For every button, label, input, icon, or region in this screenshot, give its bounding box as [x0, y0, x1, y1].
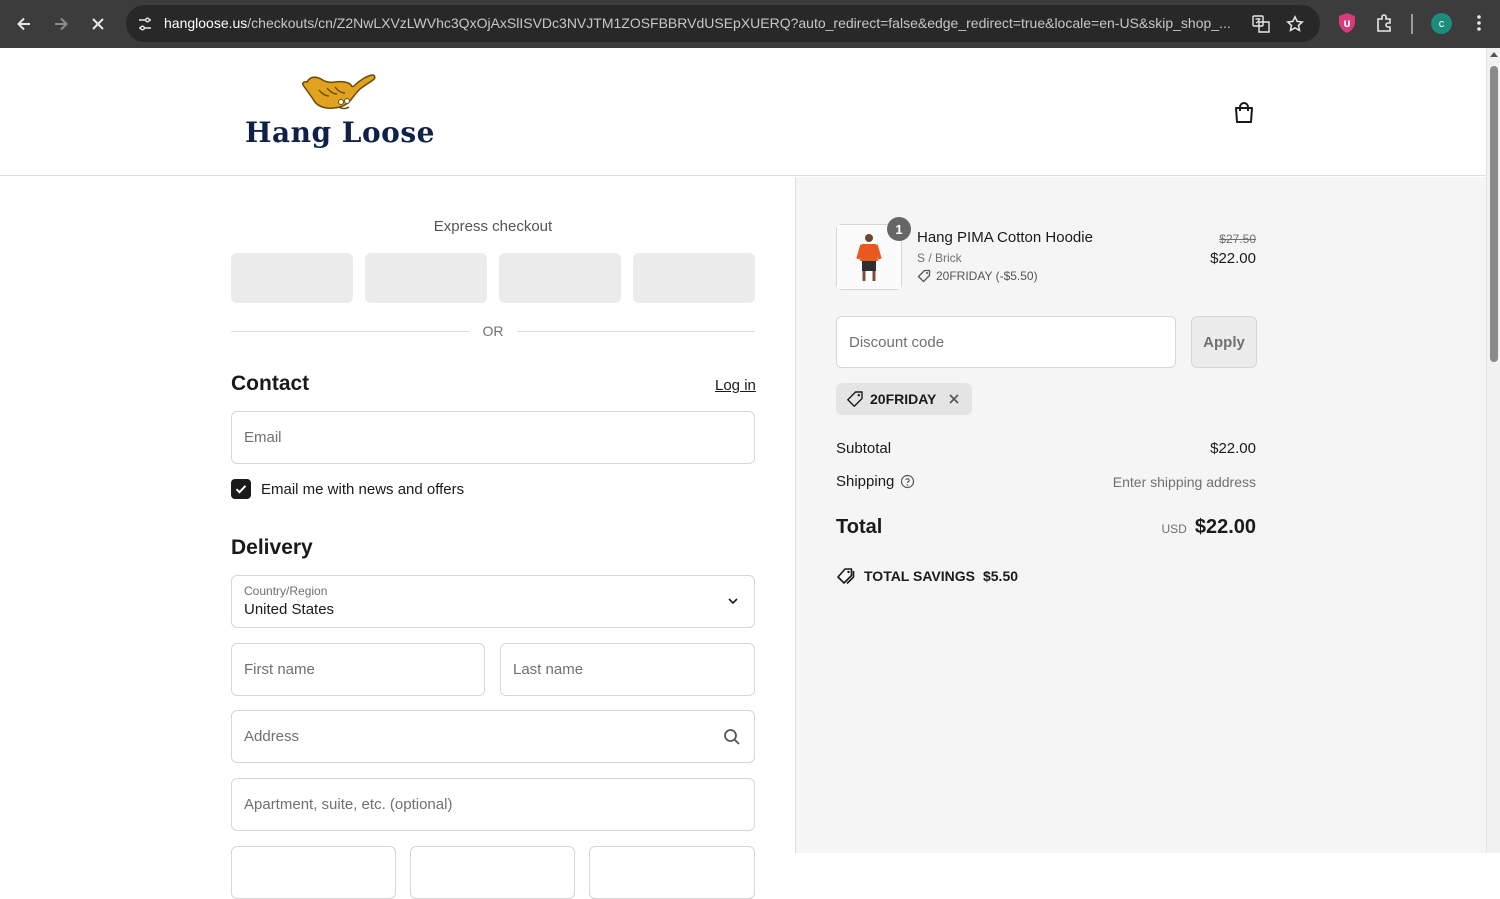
express-pay-button-3[interactable]: [499, 253, 621, 303]
back-button[interactable]: [12, 12, 36, 36]
applied-code-label: 20FRIDAY: [870, 391, 937, 407]
express-checkout-title: Express checkout: [433, 218, 553, 235]
country-select-label: Country/Region: [244, 584, 328, 598]
tag-icon: [917, 269, 931, 283]
shop-logo[interactable]: Hang Loose: [245, 72, 445, 156]
total-savings-label: TOTAL SAVINGS: [864, 568, 975, 584]
browser-toolbar: hangloose.us/checkouts/cn/Z2NwLXVzLWVhc3…: [0, 0, 1500, 48]
total-savings: TOTAL SAVINGS $5.50: [836, 566, 1018, 586]
delivery-heading: Delivery: [231, 536, 313, 559]
forward-button[interactable]: [49, 12, 73, 36]
product-variant: S / Brick: [917, 251, 962, 265]
search-icon[interactable]: [722, 727, 742, 747]
shipping-row-label: Shipping: [836, 473, 915, 490]
forward-arrow-icon: [55, 17, 68, 31]
product-discount-text: 20FRIDAY (-$5.50): [936, 269, 1038, 283]
total-savings-value: $5.50: [982, 568, 1019, 584]
total-value: $22.00: [1194, 516, 1256, 538]
newsletter-checkbox-row[interactable]: Email me with news and offers: [231, 479, 464, 499]
shipping-value: Enter shipping address: [1112, 474, 1256, 490]
close-icon: [92, 18, 104, 30]
address-bar[interactable]: hangloose.us/checkouts/cn/Z2NwLXVzLWVhc3…: [126, 5, 1320, 42]
newsletter-checkbox[interactable]: [231, 479, 251, 499]
total-currency: USD: [1161, 522, 1187, 536]
applied-code-chip: 20FRIDAY: [836, 383, 973, 415]
city-field[interactable]: [231, 846, 396, 899]
divider-line-right: [517, 331, 755, 332]
product-name: Hang PIMA Cotton Hoodie: [917, 229, 1093, 246]
express-pay-button-2[interactable]: [365, 253, 487, 303]
login-link[interactable]: Log in: [715, 377, 756, 394]
last-name-field[interactable]: [500, 643, 755, 696]
zip-field[interactable]: [589, 846, 755, 899]
toolbar-separator: [1411, 14, 1413, 34]
page-scrollbar[interactable]: [1486, 48, 1500, 853]
newsletter-label: Email me with news and offers: [261, 480, 465, 498]
or-divider: OR: [231, 322, 755, 342]
url-path: /checkouts/cn/Z2NwLXVzLWVhc3QxOjAxSlISVD…: [247, 15, 1231, 31]
shaka-hand-logo-icon: [302, 74, 376, 110]
country-select-value: United States: [244, 601, 335, 618]
apartment-field[interactable]: [231, 778, 755, 831]
contact-heading: Contact: [231, 372, 310, 395]
tag-icon: [847, 391, 863, 407]
close-icon: [949, 394, 959, 404]
extensions-puzzle-icon[interactable]: [1374, 12, 1396, 34]
shield-extension-icon[interactable]: U: [1336, 12, 1358, 34]
subtotal-label: Subtotal: [836, 440, 892, 457]
state-select[interactable]: [410, 846, 575, 899]
express-pay-button-4[interactable]: [633, 253, 755, 303]
url-host: hangloose.us: [164, 15, 248, 31]
svg-text:U: U: [1343, 20, 1350, 30]
help-circle-icon[interactable]: [900, 474, 915, 489]
cart-button[interactable]: [1231, 100, 1257, 126]
translate-icon[interactable]: [1250, 13, 1272, 35]
total-label: Total: [836, 516, 883, 538]
url-text[interactable]: hangloose.us/checkouts/cn/Z2NwLXVzLWVhc3…: [164, 15, 1236, 31]
original-price: $27.50: [1219, 232, 1256, 246]
shop-header: Hang Loose: [0, 48, 1486, 176]
shopping-bag-icon: [1235, 102, 1253, 123]
shipping-label: Shipping: [836, 473, 895, 490]
stop-loading-button[interactable]: [86, 12, 110, 36]
logo-wordmark: Hang Loose: [245, 116, 435, 149]
chevron-down-icon: [728, 598, 738, 605]
email-field[interactable]: [231, 411, 755, 464]
address-field-wrapper: [231, 710, 755, 763]
site-settings-icon[interactable]: [134, 13, 156, 35]
tags-icon: [837, 568, 855, 585]
total-value-group: USD $22.00: [1161, 516, 1256, 539]
discount-code-field[interactable]: [836, 316, 1176, 368]
scroll-up-arrow-icon[interactable]: [1490, 52, 1498, 57]
country-select[interactable]: Country/Region United States: [231, 575, 755, 628]
remove-code-button[interactable]: [946, 391, 962, 407]
express-pay-button-1[interactable]: [231, 253, 353, 303]
order-summary: 1 Hang PIMA Cotton Hoodie S / Brick 20FR…: [795, 177, 1486, 853]
subtotal-value: $22.00: [1210, 440, 1256, 457]
product-thumbnail: 1: [836, 217, 911, 290]
first-name-field[interactable]: [231, 643, 485, 696]
discounted-price: $22.00: [1210, 250, 1256, 267]
quantity-badge: 1: [887, 217, 911, 241]
bookmark-star-icon[interactable]: [1284, 13, 1306, 35]
profile-avatar[interactable]: c: [1431, 13, 1452, 34]
kebab-menu-icon[interactable]: [1468, 12, 1490, 34]
checkmark-icon: [235, 485, 247, 494]
apply-discount-button[interactable]: Apply: [1191, 316, 1257, 368]
back-arrow-icon: [17, 17, 30, 31]
address-field[interactable]: [231, 710, 755, 763]
product-discount: 20FRIDAY (-$5.50): [917, 269, 1038, 283]
scrollbar-thumb[interactable]: [1490, 66, 1498, 362]
